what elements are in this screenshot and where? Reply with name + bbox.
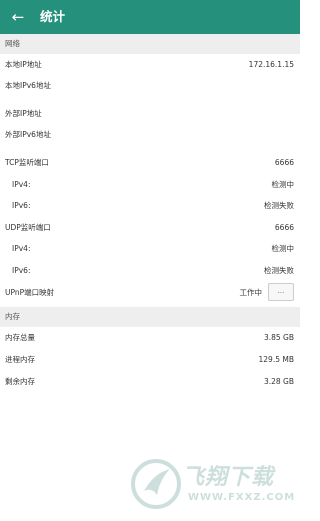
page-title: 统计 [40, 9, 66, 24]
watermark-logo: 飞翔下载 WWW.FXXZ.COM [130, 455, 295, 517]
row-memory-free: 剩余内存 3.28 GB [5, 377, 294, 386]
row-tcp-port: TCP监听端口 6666 [5, 158, 294, 167]
row-tcp-ipv4: IPv4: 检测中 [12, 180, 294, 189]
watermark-text: 飞翔下载 [182, 465, 275, 490]
upnp-status: 工作中 [239, 288, 263, 297]
row-udp-port: UDP监听端口 6666 [5, 223, 294, 232]
row-local-ipv4: 本地IP地址 172.16.1.15 [5, 60, 294, 69]
upnp-more-button[interactable]: ... [268, 283, 294, 301]
row-upnp: UPnP端口映射 工作中 ... [0, 283, 300, 301]
watermark-badge-icon [131, 459, 181, 509]
row-local-ipv6: 本地IPv6地址 [5, 81, 51, 90]
row-external-ipv6: 外部IPv6地址 [5, 130, 51, 139]
row-memory-process: 进程内存 129.5 MB [5, 355, 294, 364]
section-header-memory: 内存 [0, 307, 300, 327]
row-external-ipv4: 外部IP地址 [5, 109, 42, 118]
arrow-left-icon: ← [11, 8, 25, 26]
section-header-network: 网络 [0, 34, 300, 54]
row-tcp-ipv6: IPv6: 检测失败 [12, 201, 294, 210]
back-button[interactable]: ← [8, 5, 28, 29]
app-bar: ← 统计 [0, 0, 300, 34]
row-udp-ipv4: IPv4: 检测中 [12, 244, 294, 253]
row-memory-total: 内存总量 3.85 GB [5, 333, 294, 342]
row-udp-ipv6: IPv6: 检测失败 [12, 266, 294, 275]
watermark-url: WWW.FXXZ.COM [188, 492, 296, 503]
